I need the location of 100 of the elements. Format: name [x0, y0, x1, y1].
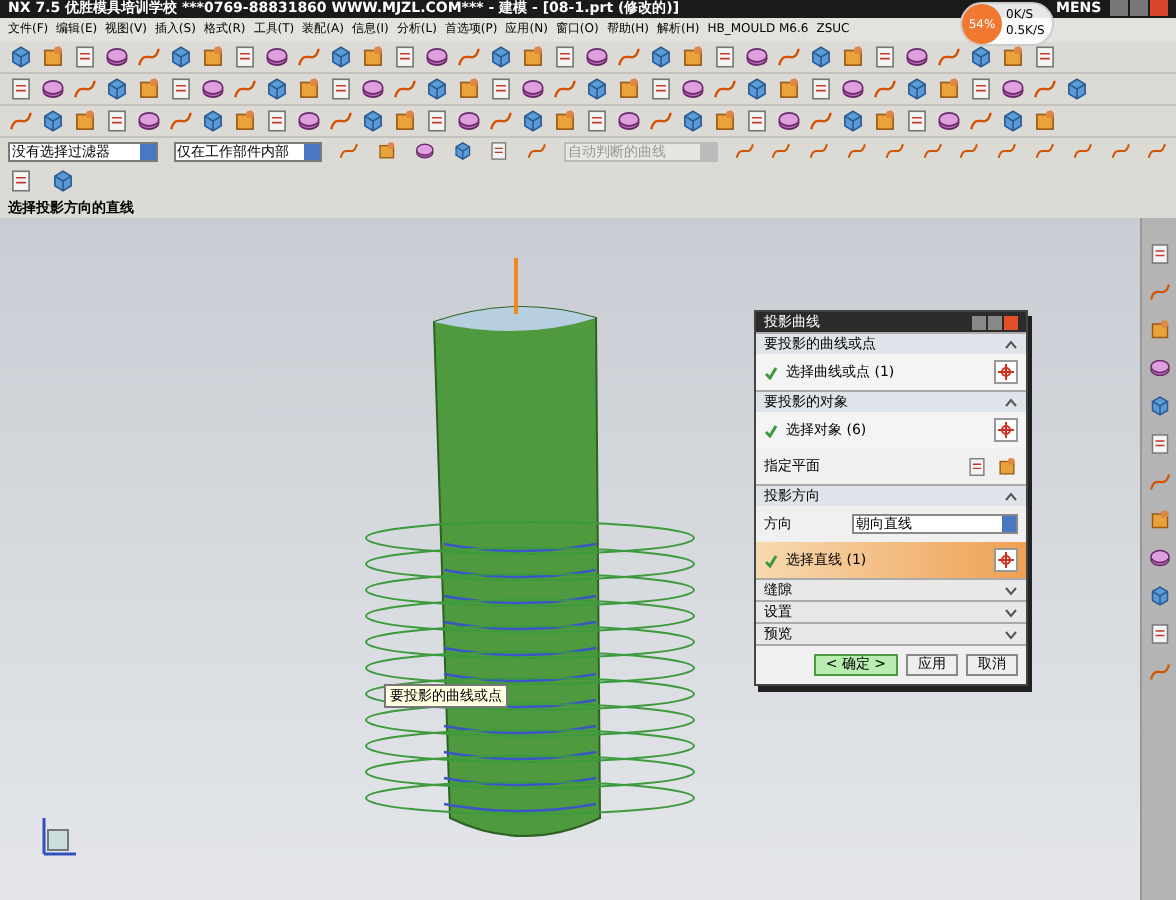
sheet-icon[interactable] — [328, 76, 354, 102]
sheet-icon[interactable] — [904, 108, 930, 134]
disk-icon[interactable] — [1147, 546, 1171, 570]
curve-icon[interactable] — [808, 108, 834, 134]
cube-icon[interactable] — [648, 44, 674, 70]
sheet-icon[interactable] — [1147, 242, 1171, 266]
curve-icon[interactable] — [733, 140, 755, 162]
cube-icon[interactable] — [968, 44, 994, 70]
curve-icon[interactable] — [776, 44, 802, 70]
disk-icon[interactable] — [776, 108, 802, 134]
cube-icon[interactable] — [1064, 76, 1090, 102]
curve-icon[interactable] — [1032, 76, 1058, 102]
sheet-icon[interactable] — [424, 108, 450, 134]
curve-icon[interactable] — [883, 140, 906, 162]
block-icon[interactable] — [1000, 44, 1026, 70]
disk-icon[interactable] — [1000, 76, 1026, 102]
block-icon[interactable] — [996, 455, 1018, 477]
block-icon[interactable] — [1147, 318, 1171, 342]
minimize-button[interactable] — [988, 315, 1002, 329]
curve-icon[interactable] — [968, 108, 994, 134]
curve-icon[interactable] — [648, 108, 674, 134]
disk-icon[interactable] — [520, 76, 546, 102]
cube-icon[interactable] — [1000, 108, 1026, 134]
block-icon[interactable] — [1032, 108, 1058, 134]
sheet-icon[interactable] — [264, 108, 290, 134]
block-icon[interactable] — [375, 140, 398, 162]
crosshair-icon[interactable] — [994, 548, 1018, 572]
cube-icon[interactable] — [904, 76, 930, 102]
block-icon[interactable] — [1147, 508, 1171, 532]
cube-icon[interactable] — [840, 108, 866, 134]
curve-icon[interactable] — [616, 44, 642, 70]
cube-icon[interactable] — [104, 76, 130, 102]
curve-icon[interactable] — [845, 140, 868, 162]
sheet-icon[interactable] — [552, 44, 578, 70]
sheet-icon[interactable] — [104, 108, 130, 134]
curve-icon[interactable] — [168, 108, 194, 134]
disk-icon[interactable] — [296, 108, 322, 134]
curve-icon[interactable] — [488, 108, 514, 134]
block-icon[interactable] — [136, 76, 162, 102]
cube-icon[interactable] — [1147, 584, 1171, 608]
cube-icon[interactable] — [1147, 394, 1171, 418]
cube-icon[interactable] — [520, 108, 546, 134]
cube-icon[interactable] — [451, 140, 473, 162]
block-icon[interactable] — [392, 108, 418, 134]
curve-icon[interactable] — [1071, 140, 1093, 162]
disk-icon[interactable] — [424, 44, 450, 70]
curve-icon[interactable] — [872, 76, 898, 102]
disk-icon[interactable] — [104, 44, 130, 70]
close-button[interactable] — [1004, 315, 1018, 329]
cube-icon[interactable] — [200, 108, 226, 134]
curve-icon[interactable] — [338, 140, 360, 162]
disk-icon[interactable] — [200, 76, 226, 102]
sheet-icon[interactable] — [488, 76, 514, 102]
curve-icon[interactable] — [1109, 140, 1131, 162]
cube-icon[interactable] — [584, 76, 610, 102]
sheet-icon[interactable] — [8, 76, 34, 102]
disk-icon[interactable] — [1147, 356, 1171, 380]
block-icon[interactable] — [776, 76, 802, 102]
disk-icon[interactable] — [840, 76, 866, 102]
curve-icon[interactable] — [8, 108, 34, 134]
curve-icon[interactable] — [936, 44, 962, 70]
sheet-icon[interactable] — [232, 44, 258, 70]
cube-icon[interactable] — [744, 76, 770, 102]
crosshair-icon[interactable] — [994, 418, 1018, 442]
reset-button[interactable] — [972, 315, 986, 329]
cube-icon[interactable] — [40, 108, 66, 134]
sheet-icon[interactable] — [584, 108, 610, 134]
disk-icon[interactable] — [136, 108, 162, 134]
block-icon[interactable] — [552, 108, 578, 134]
disk-icon[interactable] — [456, 108, 482, 134]
block-icon[interactable] — [680, 44, 706, 70]
cube-icon[interactable] — [50, 168, 76, 194]
sheet-icon[interactable] — [744, 108, 770, 134]
sheet-icon[interactable] — [712, 44, 738, 70]
curve-icon[interactable] — [72, 76, 98, 102]
curve-icon[interactable] — [136, 44, 162, 70]
disk-icon[interactable] — [40, 76, 66, 102]
sheet-icon[interactable] — [966, 455, 988, 477]
cube-icon[interactable] — [680, 108, 706, 134]
curve-icon[interactable] — [808, 140, 830, 162]
disk-icon[interactable] — [680, 76, 706, 102]
block-icon[interactable] — [616, 76, 642, 102]
disk-icon[interactable] — [413, 140, 436, 162]
curve-icon[interactable] — [770, 140, 793, 162]
sheet-icon[interactable] — [1032, 44, 1058, 70]
disk-icon[interactable] — [616, 108, 642, 134]
curve-icon[interactable] — [1146, 140, 1169, 162]
curve-icon[interactable] — [996, 140, 1018, 162]
cube-icon[interactable] — [8, 44, 34, 70]
block-icon[interactable] — [40, 44, 66, 70]
sheet-icon[interactable] — [648, 76, 674, 102]
disk-icon[interactable] — [936, 108, 962, 134]
block-icon[interactable] — [840, 44, 866, 70]
sheet-icon[interactable] — [1147, 432, 1171, 456]
sheet-icon[interactable] — [1147, 622, 1171, 646]
curve-icon[interactable] — [456, 44, 482, 70]
curve-icon[interactable] — [712, 76, 738, 102]
cube-icon[interactable] — [264, 76, 290, 102]
block-icon[interactable] — [712, 108, 738, 134]
block-icon[interactable] — [360, 44, 386, 70]
